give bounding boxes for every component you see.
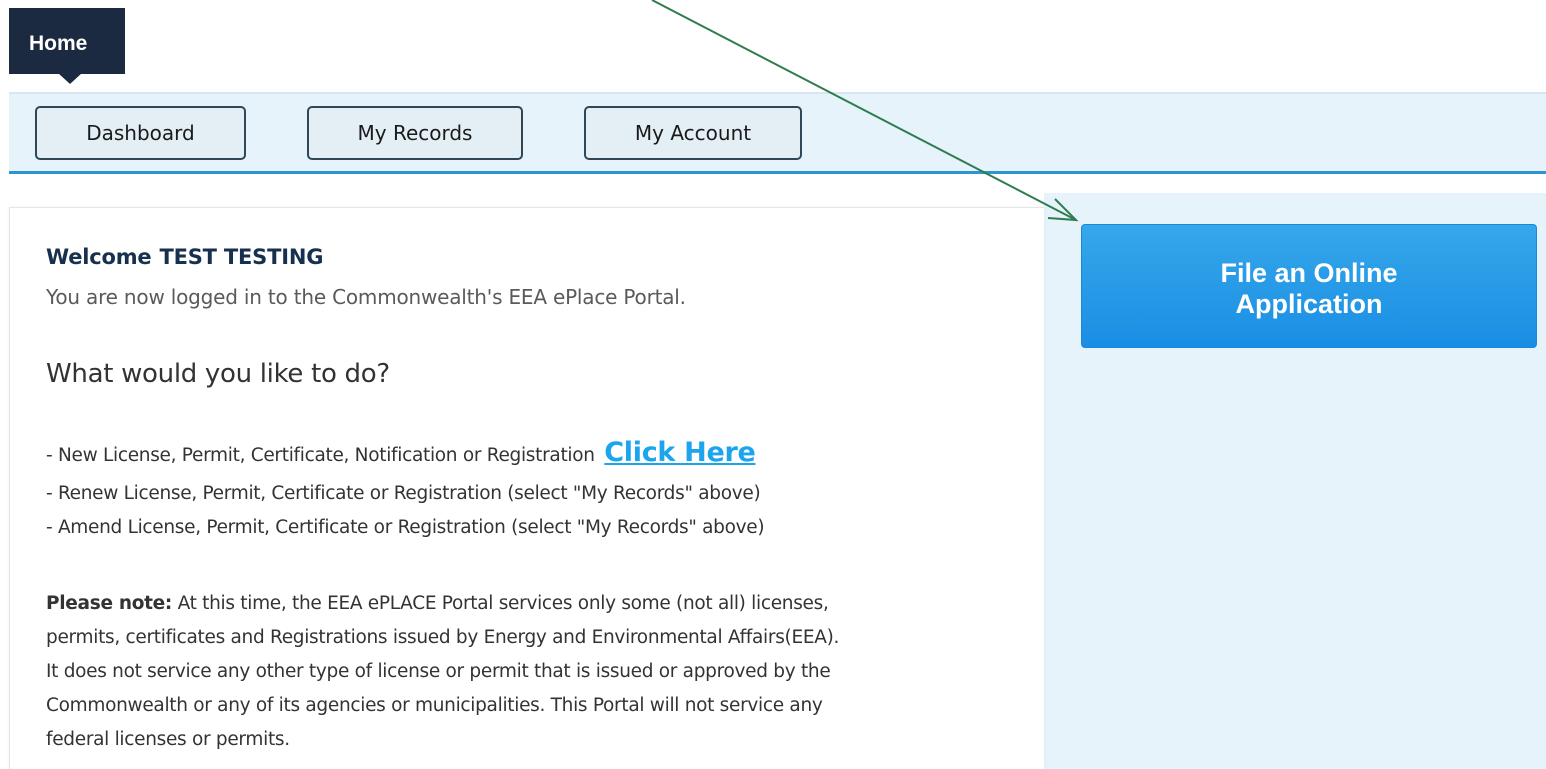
my-account-button[interactable]: My Account xyxy=(584,106,802,160)
file-online-application-button[interactable]: File an Online Application xyxy=(1081,224,1537,348)
note-line-1-text: At this time, the EEA ePLACE Portal serv… xyxy=(172,593,829,614)
nav-bar: Dashboard My Records My Account xyxy=(9,92,1546,174)
note-label: Please note: xyxy=(46,593,172,614)
note-line-1: Please note: At this time, the EEA ePLAC… xyxy=(46,587,996,621)
welcome-user-name: TEST TESTING xyxy=(159,245,324,269)
renew-license-option: - Renew License, Permit, Certificate or … xyxy=(46,483,761,504)
home-tab[interactable]: Home xyxy=(9,8,125,74)
new-license-option: - New License, Permit, Certificate, Noti… xyxy=(46,437,756,468)
welcome-prefix: Welcome xyxy=(46,245,152,269)
portal-note: Please note: At this time, the EEA ePLAC… xyxy=(46,587,996,757)
file-button-line-2: Application xyxy=(1235,289,1383,319)
note-line-4: Commonwealth or any of its agencies or m… xyxy=(46,695,823,716)
logged-in-message: You are now logged in to the Commonwealt… xyxy=(46,285,686,309)
dashboard-button[interactable]: Dashboard xyxy=(35,106,246,160)
click-here-link[interactable]: Click Here xyxy=(604,437,756,468)
home-tab-label: Home xyxy=(29,32,88,55)
home-tab-pointer xyxy=(58,73,82,84)
note-line-3: It does not service any other type of li… xyxy=(46,661,831,682)
amend-license-option: - Amend License, Permit, Certificate or … xyxy=(46,517,765,538)
note-line-2: permits, certificates and Registrations … xyxy=(46,627,840,648)
note-line-5: federal licenses or permits. xyxy=(46,729,290,750)
welcome-heading: Welcome TEST TESTING xyxy=(46,245,323,269)
options-question: What would you like to do? xyxy=(46,359,390,389)
new-license-text: - New License, Permit, Certificate, Noti… xyxy=(46,445,595,466)
my-records-button[interactable]: My Records xyxy=(307,106,523,160)
file-button-line-1: File an Online xyxy=(1220,258,1398,288)
